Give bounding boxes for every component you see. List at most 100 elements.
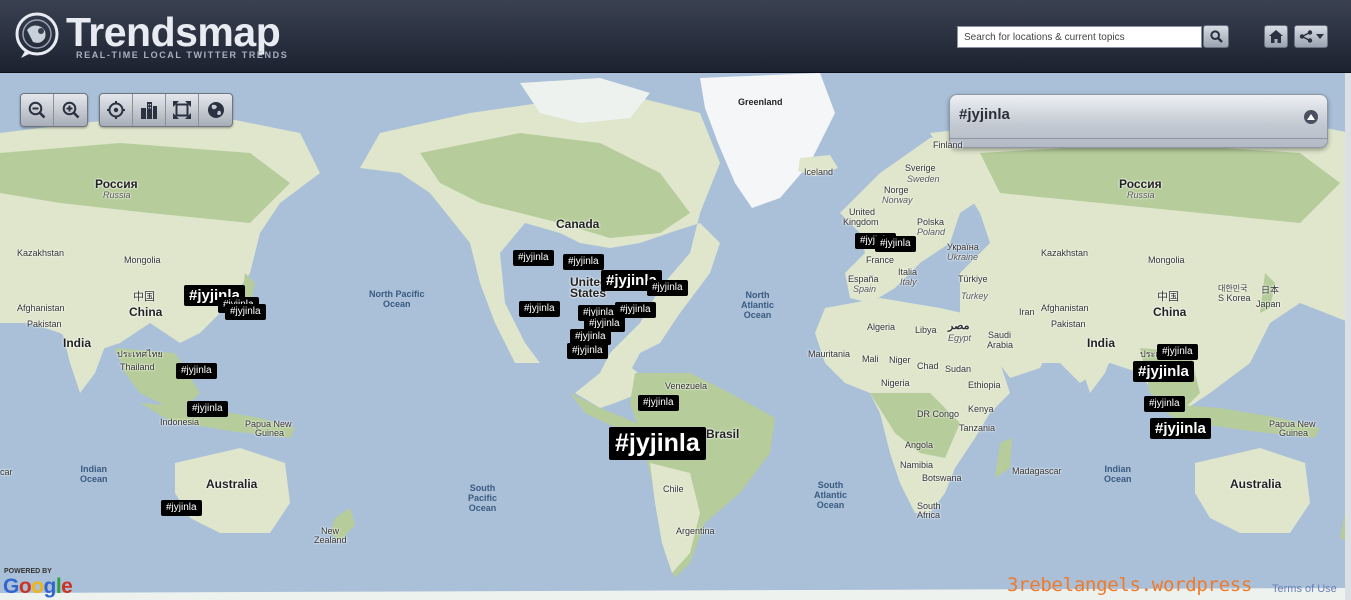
trend-tag[interactable]: #jyjinla xyxy=(563,254,604,270)
trend-panel-title[interactable]: #jyjinla xyxy=(959,106,1010,123)
trend-tag[interactable]: #jyjinla xyxy=(519,301,560,317)
label-norway: Norway xyxy=(882,195,913,205)
zoom-in-button[interactable] xyxy=(54,94,87,126)
collapse-button[interactable] xyxy=(1304,110,1318,124)
label-indonesia-left: Indonesia xyxy=(160,417,200,427)
label-china-native-right: 中国 xyxy=(1157,291,1179,303)
label-venezuela: Venezuela xyxy=(665,381,708,391)
label-sverige: Sverige xyxy=(905,163,936,173)
panel-divider xyxy=(950,138,1327,139)
label-polska: Polska xyxy=(917,217,945,227)
label-indian-ocean-right: Indian Ocean xyxy=(1104,464,1132,484)
label-algeria: Algeria xyxy=(867,322,896,332)
label-indian-ocean-right-2: Ocean xyxy=(1104,474,1132,484)
search-input[interactable] xyxy=(957,26,1202,48)
world-map[interactable]: #jyjinla Greenland Iceland Finland Sveri… xyxy=(0,73,1351,600)
label-ethiopia: Ethiopia xyxy=(968,380,1001,390)
label-north-atlantic-2: Atlantic xyxy=(741,300,775,310)
label-png-right-2: Guinea xyxy=(1279,428,1309,438)
trend-tag[interactable]: #jyjinla xyxy=(609,427,706,460)
label-india-left: India xyxy=(63,336,92,350)
scrollbar[interactable] xyxy=(1345,73,1351,600)
label-japan: Japan xyxy=(1256,299,1281,309)
trend-tag[interactable]: #jyjinla xyxy=(647,280,688,296)
label-uk-2: Kingdom xyxy=(843,217,879,227)
label-drc: DR Congo xyxy=(917,409,960,419)
label-iceland: Iceland xyxy=(804,167,834,177)
trend-tag[interactable]: #jyjinla xyxy=(176,363,217,379)
label-north-pacific: North Pacific Ocean xyxy=(369,289,425,309)
google-letter: o xyxy=(18,575,32,598)
zoom-controls xyxy=(20,93,88,127)
google-letter: o xyxy=(31,575,44,598)
label-png-left-2: Guinea xyxy=(255,428,285,438)
google-letter: g xyxy=(43,575,57,598)
label-kazakhstan-right: Kazakhstan xyxy=(1041,248,1089,258)
label-south-atlantic: South Atlantic Ocean xyxy=(814,480,847,510)
label-south-pacific-1: South xyxy=(469,483,496,493)
trend-tag[interactable]: #jyjinla xyxy=(567,343,608,359)
city-button[interactable] xyxy=(133,94,166,126)
label-mongolia-left: Mongolia xyxy=(124,255,161,265)
label-south-atlantic-3: Ocean xyxy=(816,500,845,510)
trend-panel: #jyjinla xyxy=(949,94,1328,148)
label-japan-native: 日本 xyxy=(1261,285,1280,295)
trend-tag[interactable]: #jyjinla xyxy=(1133,361,1194,382)
label-angola: Angola xyxy=(905,440,934,450)
locate-button[interactable] xyxy=(100,94,133,126)
label-france: France xyxy=(866,255,895,265)
home-button[interactable] xyxy=(1264,25,1288,48)
trend-tag[interactable]: #jyjinla xyxy=(187,401,228,417)
label-kazakhstan-left: Kazakhstan xyxy=(17,248,65,258)
label-botswana: Botswana xyxy=(922,473,962,483)
label-north-atlantic: North Atlantic Ocean xyxy=(741,290,774,320)
fullscreen-button[interactable] xyxy=(166,94,199,126)
trend-tag[interactable]: #jyjinla xyxy=(513,250,554,266)
label-argentina: Argentina xyxy=(676,526,715,536)
share-button[interactable] xyxy=(1294,25,1328,48)
zoom-out-button[interactable] xyxy=(21,94,54,126)
label-kenya: Kenya xyxy=(968,404,994,414)
label-india-right: India xyxy=(1087,336,1116,350)
label-italy: Italy xyxy=(900,277,917,287)
trend-tag[interactable]: #jyjinla xyxy=(638,395,679,411)
google-logo[interactable]: Google xyxy=(3,575,73,599)
label-libya: Libya xyxy=(915,325,937,335)
trend-tag[interactable]: #jyjinla xyxy=(1157,344,1198,360)
globe-button[interactable] xyxy=(199,94,232,126)
terms-of-use-link[interactable]: Terms of Use xyxy=(1272,583,1337,595)
trend-tag[interactable]: #jyjinla xyxy=(1144,396,1185,412)
label-australia-right: Australia xyxy=(1230,477,1282,491)
zoom-out-icon xyxy=(28,101,46,119)
label-turkey: Turkey xyxy=(961,291,988,301)
label-saudi-2: Arabia xyxy=(987,340,1014,350)
powered-by-label: POWERED BY xyxy=(4,568,52,575)
label-north-atlantic-3: Ocean xyxy=(743,310,772,320)
trend-tag[interactable]: #jyjinla xyxy=(875,236,916,252)
app-header: Trendsmap REAL-TIME LOCAL TWITTER TRENDS xyxy=(0,0,1351,73)
trend-tag[interactable]: #jyjinla xyxy=(161,500,202,516)
label-ukraine: Ukraine xyxy=(947,252,979,262)
label-thailand-native-left: ประเทศไทย xyxy=(117,349,163,359)
world-map-terrain[interactable] xyxy=(0,73,1351,600)
label-australia-left: Australia xyxy=(206,477,258,491)
trend-tag[interactable]: #jyjinla xyxy=(225,304,266,320)
label-italia: Italia xyxy=(898,267,918,277)
label-mauritania: Mauritania xyxy=(808,349,851,359)
label-indian-ocean-left-2: Ocean xyxy=(80,474,108,484)
logo-title[interactable]: Trendsmap xyxy=(66,10,281,54)
label-madagascar: Madagascar xyxy=(1012,466,1062,476)
search-button[interactable] xyxy=(1203,25,1229,48)
label-afghanistan-left: Afghanistan xyxy=(17,303,65,313)
watermark: 3rebelangels.wordpress xyxy=(1007,574,1253,596)
label-russia-left: Russia xyxy=(103,190,131,200)
label-china-right: China xyxy=(1153,305,1187,319)
label-sudan: Sudan xyxy=(945,364,972,374)
label-canada: Canada xyxy=(556,217,600,231)
google-letter: G xyxy=(3,575,19,598)
trendsmap-logo-icon[interactable] xyxy=(13,11,61,59)
label-pakistan-left: Pakistan xyxy=(27,319,62,329)
label-uk-1: United xyxy=(849,207,876,217)
trend-tag[interactable]: #jyjinla xyxy=(1150,418,1211,439)
label-indian-ocean-right-1: Indian xyxy=(1104,464,1132,474)
